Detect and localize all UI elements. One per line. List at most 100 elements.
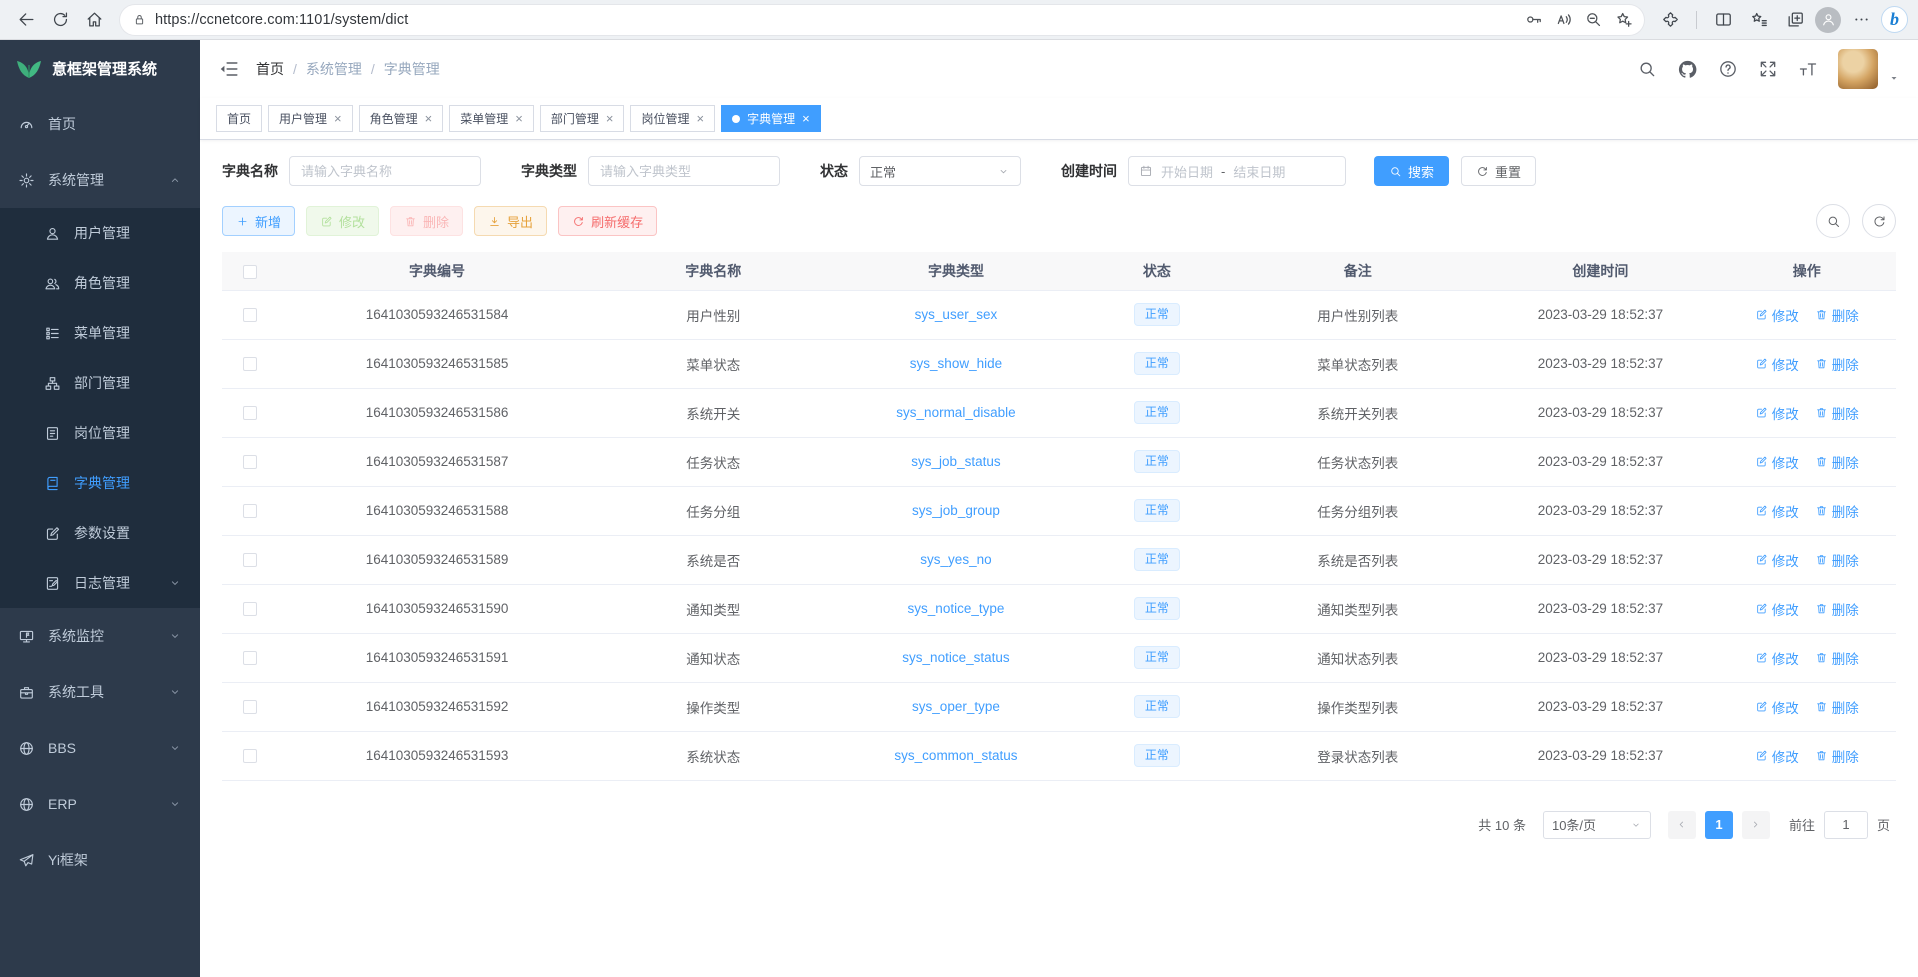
dict-type-link[interactable]: sys_user_sex	[915, 307, 998, 322]
edit-row-link[interactable]: 修改	[1755, 746, 1799, 766]
url-text[interactable]: https://ccnetcore.com:1101/system/dict	[155, 12, 1518, 28]
search-icon[interactable]	[1637, 59, 1657, 79]
toolbar-button-导出[interactable]: 导出	[474, 206, 547, 236]
github-icon[interactable]	[1677, 59, 1698, 80]
goto-page-input[interactable]	[1824, 811, 1868, 839]
delete-row-link[interactable]: 删除	[1815, 452, 1859, 472]
dict-type-link[interactable]: sys_job_group	[912, 503, 1000, 518]
breadcrumb-dict[interactable]: 字典管理	[384, 59, 440, 79]
prev-page-button[interactable]	[1668, 811, 1696, 839]
delete-row-link[interactable]: 删除	[1815, 305, 1859, 325]
toggle-search-button[interactable]	[1816, 204, 1850, 238]
sidebar-item-dept[interactable]: 部门管理	[0, 358, 200, 408]
current-page[interactable]: 1	[1705, 811, 1733, 839]
browser-profile-avatar[interactable]	[1815, 7, 1841, 33]
breadcrumb-home[interactable]: 首页	[256, 59, 284, 79]
edit-row-link[interactable]: 修改	[1755, 452, 1799, 472]
sidebar-item-erp[interactable]: ERP	[0, 776, 200, 832]
sidebar-item-dict[interactable]: 字典管理	[0, 458, 200, 508]
delete-row-link[interactable]: 删除	[1815, 501, 1859, 521]
row-checkbox[interactable]	[243, 700, 257, 714]
row-checkbox[interactable]	[243, 357, 257, 371]
toolbar-button-修改[interactable]: 修改	[306, 206, 379, 236]
tab-用户管理[interactable]: 用户管理×	[268, 105, 353, 132]
fullscreen-icon[interactable]	[1758, 59, 1778, 79]
user-avatar[interactable]	[1838, 49, 1878, 89]
dict-type-link[interactable]: sys_common_status	[894, 748, 1017, 763]
home-button[interactable]	[78, 4, 110, 36]
favorite-add-button[interactable]	[1608, 6, 1638, 34]
row-checkbox[interactable]	[243, 602, 257, 616]
address-bar[interactable]: https://ccnetcore.com:1101/system/dict	[120, 5, 1644, 35]
edit-row-link[interactable]: 修改	[1755, 305, 1799, 325]
row-checkbox[interactable]	[243, 651, 257, 665]
delete-row-link[interactable]: 删除	[1815, 648, 1859, 668]
font-size-icon[interactable]	[1798, 59, 1818, 79]
edit-row-link[interactable]: 修改	[1755, 648, 1799, 668]
tab-角色管理[interactable]: 角色管理×	[359, 105, 444, 132]
sidebar-item-home[interactable]: 首页	[0, 96, 200, 152]
tab-home[interactable]: 首页	[216, 105, 262, 132]
dict-type-link[interactable]: sys_notice_status	[902, 650, 1009, 665]
row-checkbox[interactable]	[243, 406, 257, 420]
tab-菜单管理[interactable]: 菜单管理×	[449, 105, 534, 132]
date-range-picker[interactable]: 开始日期 - 结束日期	[1128, 156, 1346, 186]
sidebar-item-monitor[interactable]: 系统监控	[0, 608, 200, 664]
row-checkbox[interactable]	[243, 749, 257, 763]
sidebar-item-tools[interactable]: 系统工具	[0, 664, 200, 720]
key-button[interactable]	[1518, 6, 1548, 34]
delete-row-link[interactable]: 删除	[1815, 550, 1859, 570]
toolbar-button-新增[interactable]: 新增	[222, 206, 295, 236]
select-all-checkbox[interactable]	[243, 265, 257, 279]
dict-type-link[interactable]: sys_job_status	[911, 454, 1000, 469]
close-tab-icon[interactable]: ×	[334, 112, 342, 125]
delete-row-link[interactable]: 删除	[1815, 746, 1859, 766]
dict-type-link[interactable]: sys_show_hide	[910, 356, 1002, 371]
tab-岗位管理[interactable]: 岗位管理×	[630, 105, 715, 132]
dict-type-input[interactable]	[588, 156, 780, 186]
sidebar-item-user[interactable]: 用户管理	[0, 208, 200, 258]
dict-name-input[interactable]	[289, 156, 481, 186]
delete-row-link[interactable]: 删除	[1815, 697, 1859, 717]
sidebar-item-post[interactable]: 岗位管理	[0, 408, 200, 458]
back-button[interactable]	[10, 4, 42, 36]
edit-row-link[interactable]: 修改	[1755, 403, 1799, 423]
sidebar-item-role[interactable]: 角色管理	[0, 258, 200, 308]
refresh-table-button[interactable]	[1862, 204, 1896, 238]
search-button[interactable]: 搜索	[1374, 156, 1449, 186]
breadcrumb-system[interactable]: 系统管理	[306, 59, 362, 79]
help-icon[interactable]	[1718, 59, 1738, 79]
toolbar-button-删除[interactable]: 删除	[390, 206, 463, 236]
close-tab-icon[interactable]: ×	[606, 112, 614, 125]
row-checkbox[interactable]	[243, 308, 257, 322]
favorites-bar-button[interactable]	[1743, 4, 1775, 36]
sidebar-item-system[interactable]: 系统管理	[0, 152, 200, 208]
close-tab-icon[interactable]: ×	[802, 112, 810, 125]
status-select[interactable]: 正常	[859, 156, 1021, 186]
row-checkbox[interactable]	[243, 504, 257, 518]
next-page-button[interactable]	[1742, 811, 1770, 839]
close-tab-icon[interactable]: ×	[515, 112, 523, 125]
split-screen-button[interactable]	[1707, 4, 1739, 36]
read-aloud-button[interactable]	[1548, 6, 1578, 34]
tab-字典管理[interactable]: 字典管理×	[721, 105, 821, 132]
extensions-button[interactable]	[1654, 4, 1686, 36]
toolbar-button-刷新缓存[interactable]: 刷新缓存	[558, 206, 657, 236]
zoom-out-button[interactable]	[1578, 6, 1608, 34]
sidebar-item-menu[interactable]: 菜单管理	[0, 308, 200, 358]
avatar-caret-down-icon[interactable]	[1888, 72, 1900, 84]
delete-row-link[interactable]: 删除	[1815, 599, 1859, 619]
reload-button[interactable]	[44, 4, 76, 36]
close-tab-icon[interactable]: ×	[696, 112, 704, 125]
sidebar-item-bbs[interactable]: BBS	[0, 720, 200, 776]
page-size-select[interactable]: 10条/页	[1543, 811, 1651, 839]
edit-row-link[interactable]: 修改	[1755, 550, 1799, 570]
edit-row-link[interactable]: 修改	[1755, 697, 1799, 717]
sidebar-item-param[interactable]: 参数设置	[0, 508, 200, 558]
edit-row-link[interactable]: 修改	[1755, 501, 1799, 521]
close-tab-icon[interactable]: ×	[425, 112, 433, 125]
edit-row-link[interactable]: 修改	[1755, 599, 1799, 619]
sidebar-item-yi[interactable]: Yi框架	[0, 832, 200, 888]
tab-部门管理[interactable]: 部门管理×	[540, 105, 625, 132]
bing-chat-icon[interactable]: b	[1881, 6, 1908, 33]
